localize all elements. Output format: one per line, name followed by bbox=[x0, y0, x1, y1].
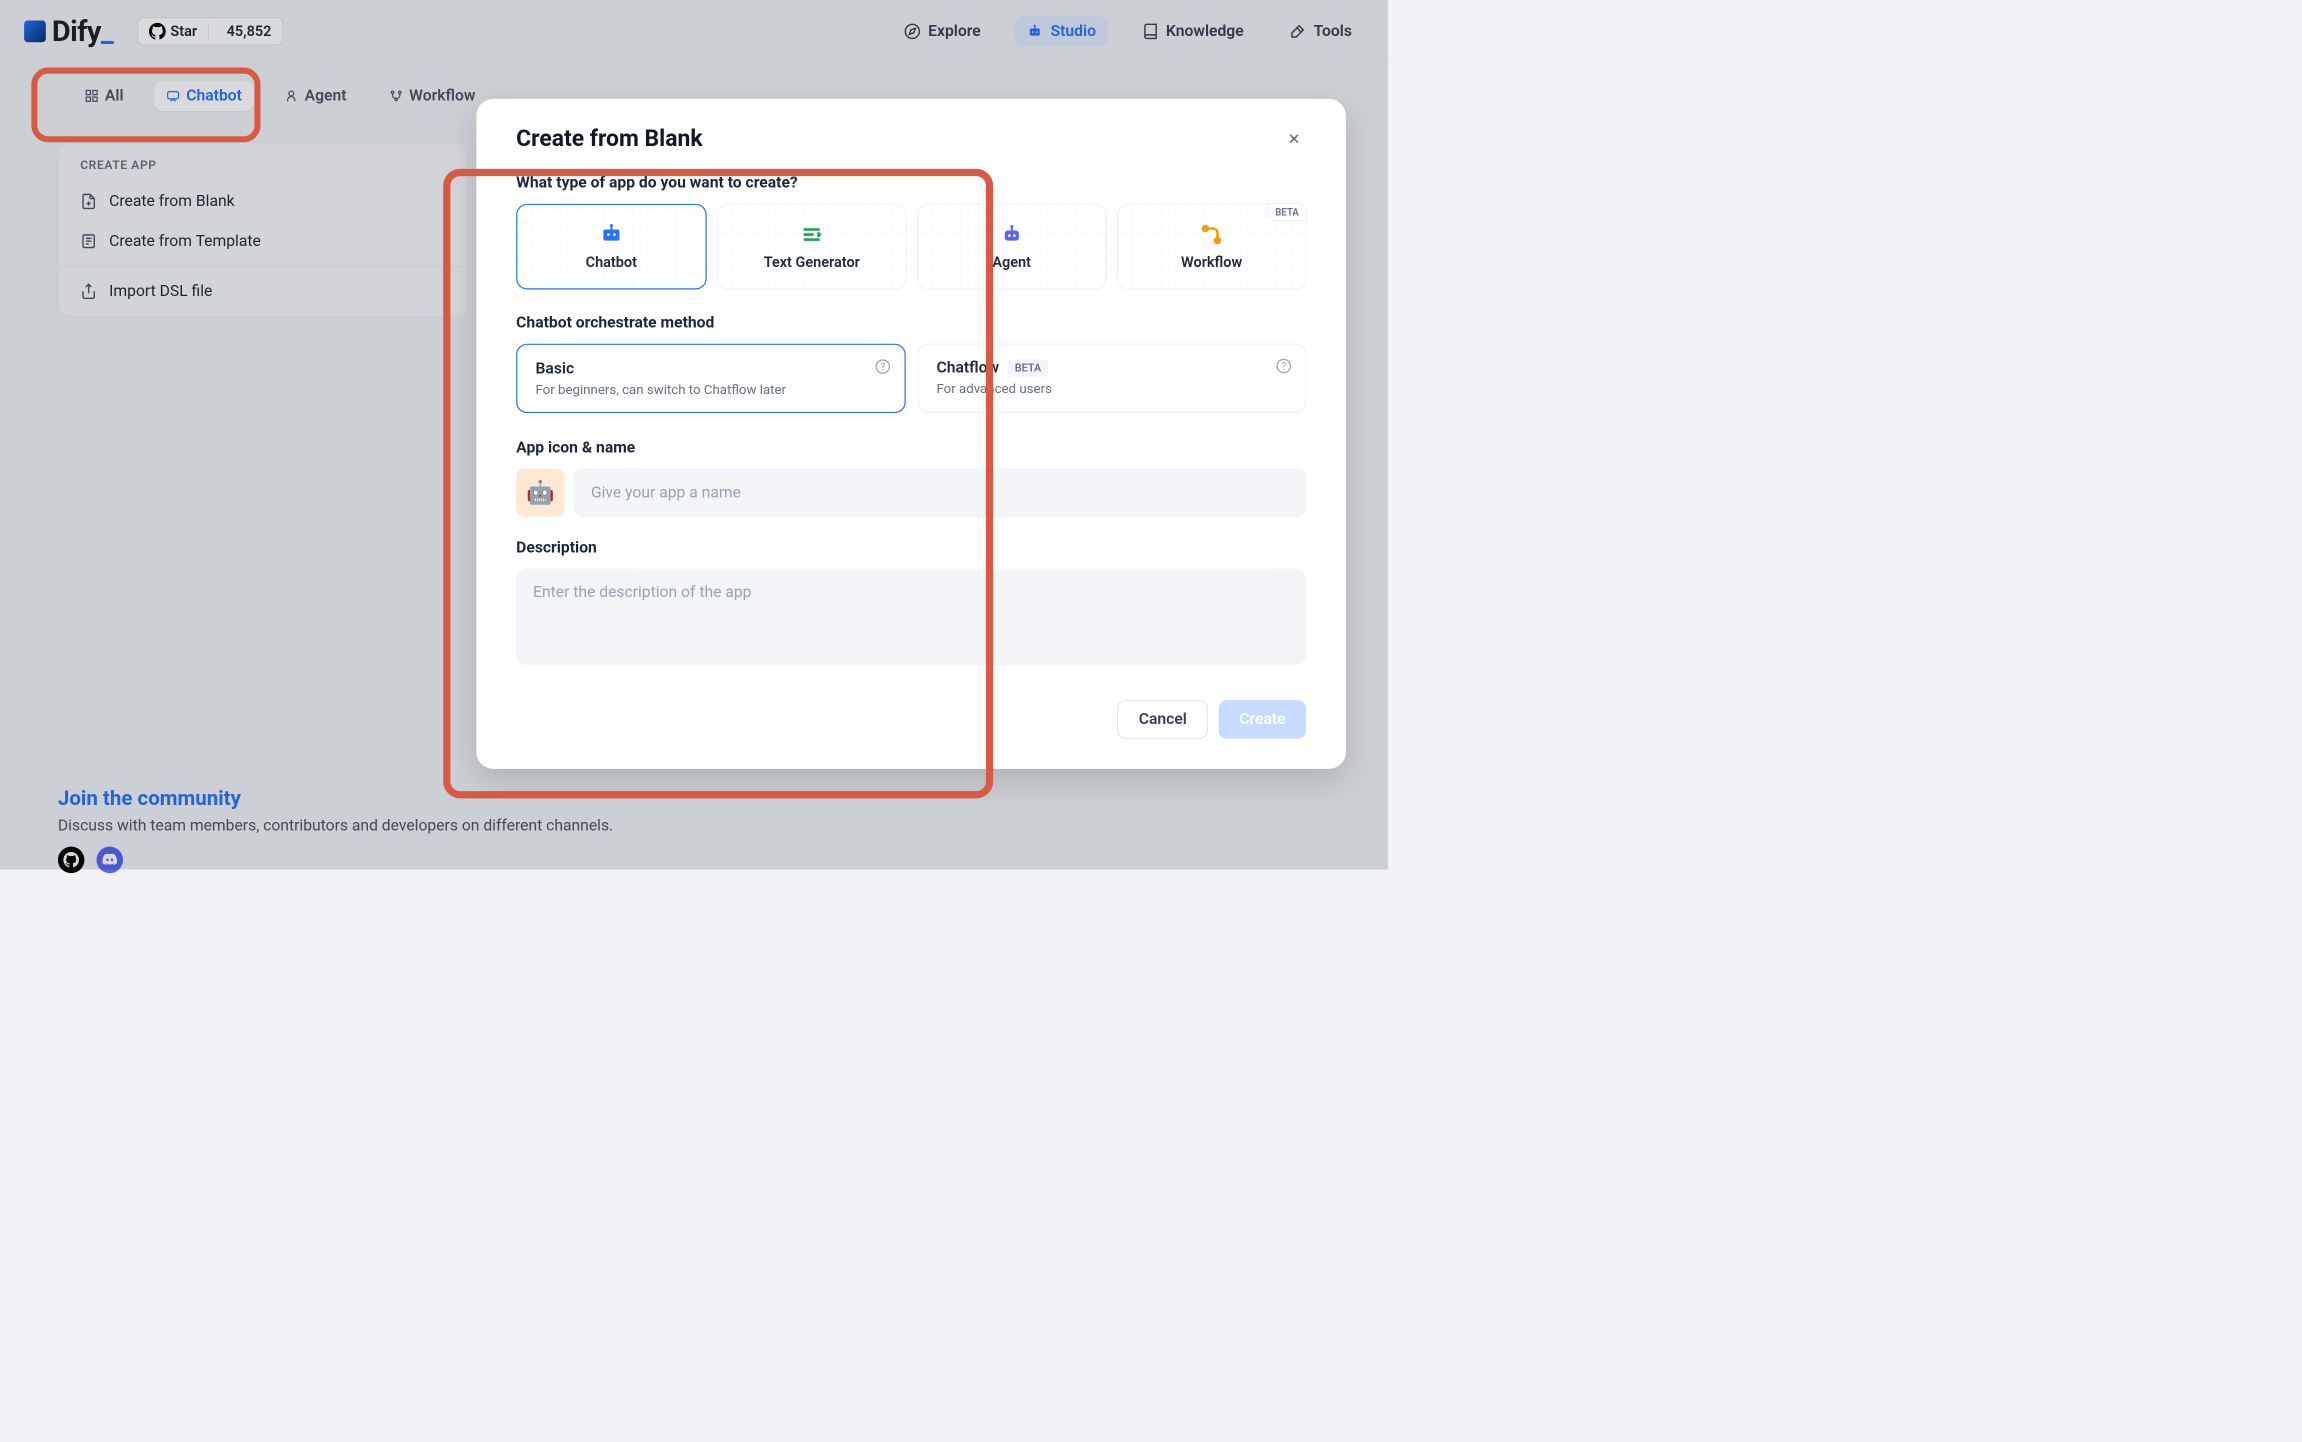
orchestrate-label: Chatbot orchestrate method bbox=[516, 314, 1306, 332]
modal-title: Create from Blank bbox=[516, 125, 702, 152]
type-agent[interactable]: Agent bbox=[917, 204, 1106, 290]
create-blank-modal: Create from Blank What type of app do yo… bbox=[476, 99, 1346, 769]
type-workflow[interactable]: BETA Workflow bbox=[1117, 204, 1306, 290]
type-text-generator[interactable]: Text Generator bbox=[717, 204, 906, 290]
type-chatbot[interactable]: Chatbot bbox=[516, 204, 706, 290]
help-icon[interactable]: ? bbox=[1277, 359, 1291, 373]
cancel-button[interactable]: Cancel bbox=[1118, 700, 1208, 739]
app-icon-selector[interactable]: 🤖 bbox=[516, 469, 564, 517]
app-emoji: 🤖 bbox=[526, 479, 555, 506]
description-label: Description bbox=[516, 538, 1306, 556]
beta-badge: BETA bbox=[1007, 359, 1048, 376]
app-type-grid: Chatbot Text Generator Agent BETA Workfl… bbox=[516, 204, 1306, 290]
workflow-type-icon bbox=[1200, 223, 1224, 247]
app-type-label: What type of app do you want to create? bbox=[516, 174, 1306, 192]
beta-badge: BETA bbox=[1267, 203, 1306, 220]
orch-chatflow[interactable]: ? Chatflow BETA For advanced users bbox=[918, 344, 1306, 413]
close-button[interactable] bbox=[1282, 127, 1306, 151]
app-name-input[interactable] bbox=[574, 469, 1306, 517]
help-icon[interactable]: ? bbox=[876, 359, 890, 373]
chatbot-type-icon bbox=[599, 223, 623, 247]
orchestrate-grid: ? Basic For beginners, can switch to Cha… bbox=[516, 344, 1306, 413]
create-button[interactable]: Create bbox=[1219, 700, 1306, 739]
agent-type-icon bbox=[1000, 223, 1024, 247]
orch-basic[interactable]: ? Basic For beginners, can switch to Cha… bbox=[516, 344, 906, 413]
text-gen-icon bbox=[800, 223, 824, 247]
description-input[interactable] bbox=[516, 569, 1306, 665]
icon-name-label: App icon & name bbox=[516, 438, 1306, 456]
close-icon bbox=[1286, 131, 1302, 147]
